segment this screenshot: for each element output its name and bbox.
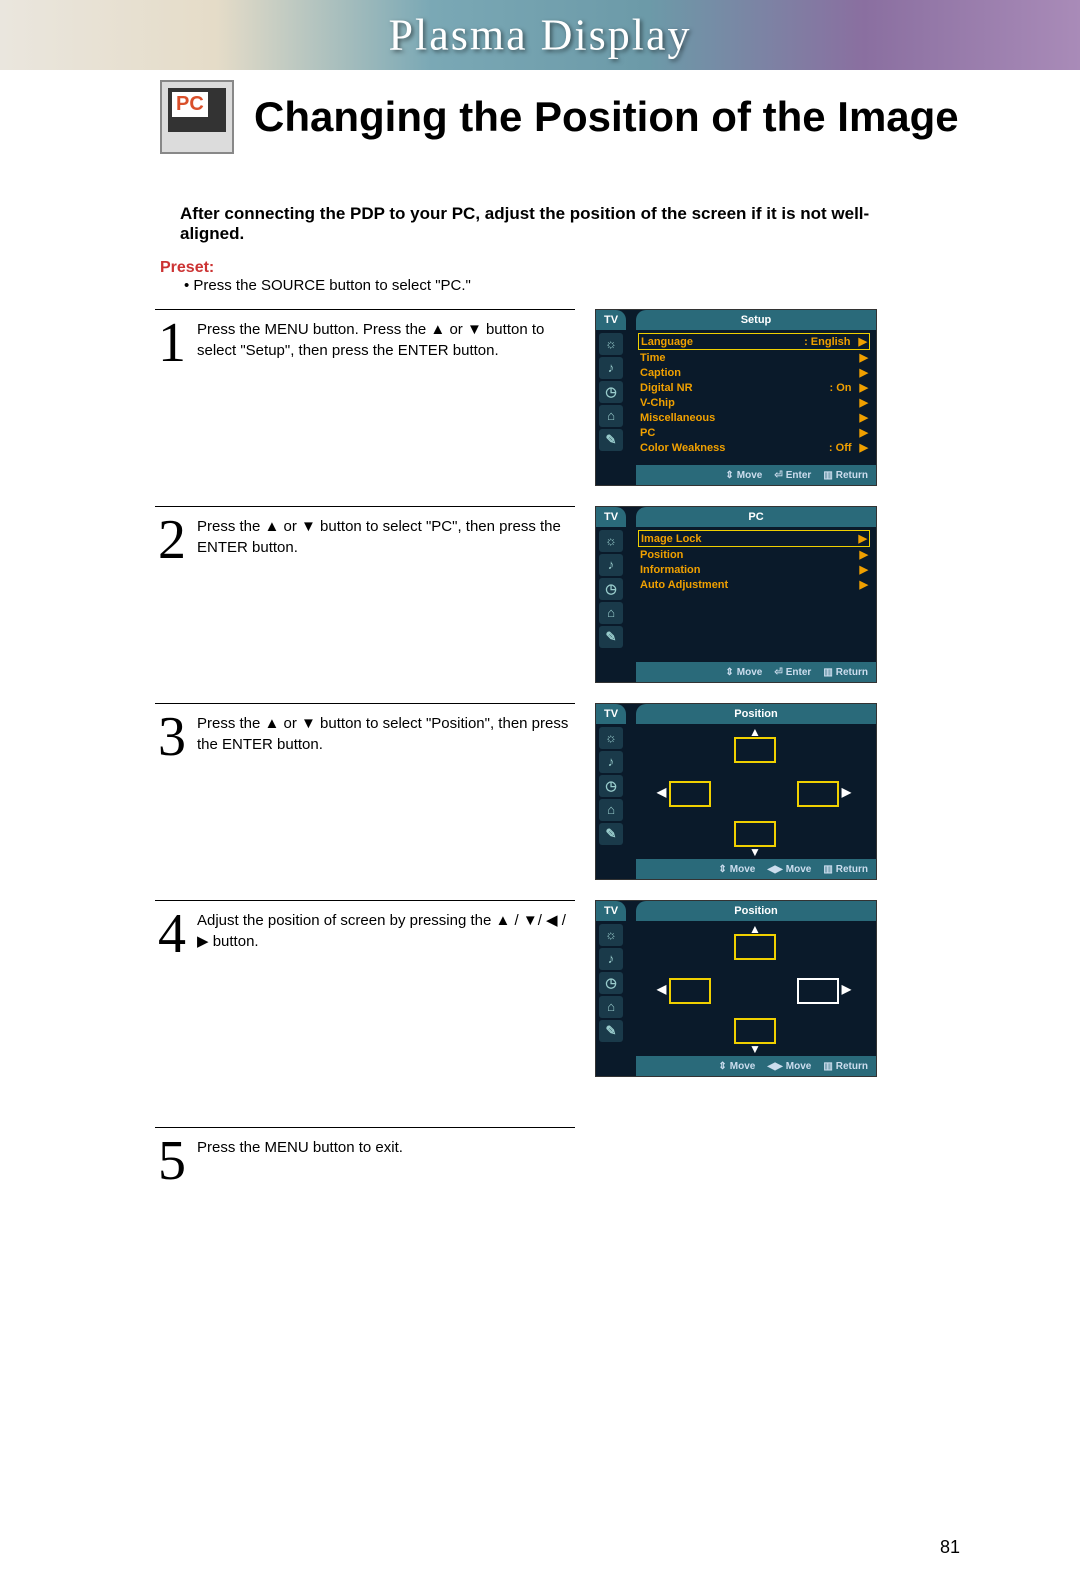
osd-menu-row: Time▶ (638, 350, 870, 365)
osd-title: PC (636, 507, 876, 527)
step-4: 4 Adjust the position of screen by press… (155, 890, 970, 1087)
page-number: 81 (940, 1537, 960, 1558)
title-row: PC Changing the Position of the Image (0, 70, 1080, 154)
step-2: 2 Press the ▲ or ▼ button to select "PC"… (155, 496, 970, 693)
banner-title: Plasma Display (389, 10, 692, 61)
osd-menu-row: Information▶ (638, 562, 870, 577)
step-number: 2 (155, 512, 189, 568)
page-title: Changing the Position of the Image (254, 93, 1040, 141)
position-graphic: ▲ ◀ ▶ ▼ (632, 921, 876, 1056)
osd-title: Position (636, 704, 876, 724)
banner-background: Plasma Display (0, 0, 1080, 70)
step-number: 5 (155, 1133, 189, 1189)
step-3: 3 Press the ▲ or ▼ button to select "Pos… (155, 693, 970, 890)
intro-text: After connecting the PDP to your PC, adj… (180, 204, 920, 244)
osd-menu-row: Auto Adjustment▶ (638, 577, 870, 592)
step-5: 5 Press the MENU button to exit. (155, 1087, 970, 1199)
step-text: Press the ▲ or ▼ button to select "Posit… (197, 709, 575, 765)
osd-tab-tv: TV (596, 901, 626, 921)
osd-menu-row: Language: English▶ (638, 333, 870, 350)
osd-title: Setup (636, 310, 876, 330)
osd-menu-row: Digital NR: On▶ (638, 380, 870, 395)
osd-menu-row: Caption▶ (638, 365, 870, 380)
osd-icon-column: ☼♪◷⌂✎ (596, 330, 632, 465)
osd-pc-menu: TV PC ☼♪◷⌂✎ Image Lock▶Position▶Informat… (595, 506, 877, 683)
preset-block: Preset: • Press the SOURCE button to sel… (160, 259, 920, 294)
osd-menu-row: PC▶ (638, 425, 870, 440)
step-text: Press the ▲ or ▼ button to select "PC", … (197, 512, 575, 568)
osd-footer: ⇕ Move ⏎ Enter ▥ Return (636, 465, 876, 485)
osd-tab-tv: TV (596, 310, 626, 330)
osd-menu-row: Miscellaneous▶ (638, 410, 870, 425)
preset-label: Preset: (160, 259, 214, 276)
step-text: Press the MENU button to exit. (197, 1133, 575, 1189)
osd-menu-row: Color Weakness: Off▶ (638, 440, 870, 455)
osd-menu-row: Image Lock▶ (638, 530, 870, 547)
osd-footer: ⇕ Move ◀▶ Move ▥ Return (636, 859, 876, 879)
position-graphic: ▲ ◀ ▶ ▼ (632, 724, 876, 859)
step-number: 3 (155, 709, 189, 765)
osd-tab-tv: TV (596, 507, 626, 527)
osd-footer: ⇕ Move ⏎ Enter ▥ Return (636, 662, 876, 682)
osd-menu-row: Position▶ (638, 547, 870, 562)
step-text: Adjust the position of screen by pressin… (197, 906, 575, 962)
step-number: 4 (155, 906, 189, 962)
osd-setup-menu: TV Setup ☼♪◷⌂✎ Language: English▶Time▶Ca… (595, 309, 877, 486)
osd-icon-column: ☼♪◷⌂✎ (596, 921, 632, 1056)
step-1: 1 Press the MENU button. Press the ▲ or … (155, 299, 970, 496)
osd-position-menu: TV Position ☼♪◷⌂✎ ▲ (595, 703, 877, 880)
osd-title: Position (636, 901, 876, 921)
step-number: 1 (155, 315, 189, 371)
osd-icon-column: ☼♪◷⌂✎ (596, 724, 632, 859)
pc-monitor-icon: PC (160, 80, 234, 154)
osd-position-menu-adjusted: TV Position ☼♪◷⌂✎ ▲ (595, 900, 877, 1077)
osd-footer: ⇕ Move ◀▶ Move ▥ Return (636, 1056, 876, 1076)
pc-badge: PC (172, 92, 208, 117)
step-text: Press the MENU button. Press the ▲ or ▼ … (197, 315, 575, 371)
osd-icon-column: ☼♪◷⌂✎ (596, 527, 632, 662)
osd-menu-row: V-Chip▶ (638, 395, 870, 410)
preset-text: Press the SOURCE button to select "PC." (193, 277, 470, 294)
osd-tab-tv: TV (596, 704, 626, 724)
